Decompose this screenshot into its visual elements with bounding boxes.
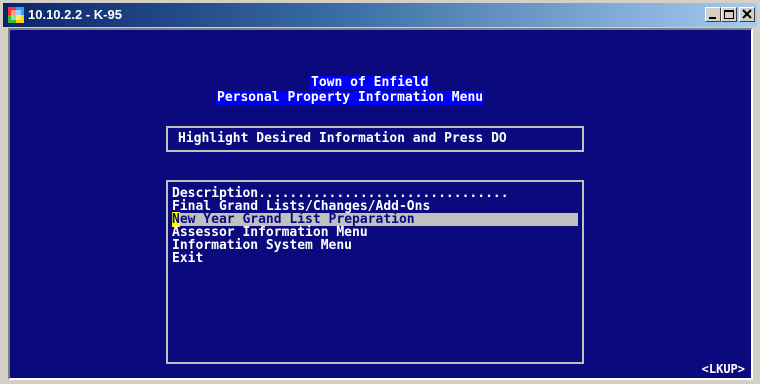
heading-town: Town of Enfield <box>310 75 430 90</box>
prompt-text: Highlight Desired Information and Press … <box>178 131 507 146</box>
menu-item-information-system[interactable]: Information System Menu <box>172 239 578 252</box>
window-title: 10.10.2.2 - K-95 <box>28 7 122 22</box>
title-bar[interactable]: 10.10.2.2 - K-95 <box>3 3 757 27</box>
close-button[interactable] <box>739 7 755 22</box>
maximize-button[interactable] <box>721 7 737 22</box>
heading-menu-title: Personal Property Information Menu <box>216 90 485 105</box>
terminal-screen[interactable]: Town of Enfield Personal Property Inform… <box>8 28 753 380</box>
status-key-indicator: <LKUP> <box>701 362 745 376</box>
menu-list: Description.............................… <box>166 180 584 364</box>
prompt-box: Highlight Desired Information and Press … <box>166 126 584 152</box>
minimize-icon <box>709 17 716 19</box>
terminal-window: 10.10.2.2 - K-95 Town of Enfield Persona… <box>0 0 760 384</box>
menu-item-exit[interactable]: Exit <box>172 252 578 265</box>
terminal-app-icon[interactable] <box>8 7 24 23</box>
minimize-button[interactable] <box>705 7 721 22</box>
maximize-icon <box>724 10 734 19</box>
close-icon <box>742 9 752 19</box>
